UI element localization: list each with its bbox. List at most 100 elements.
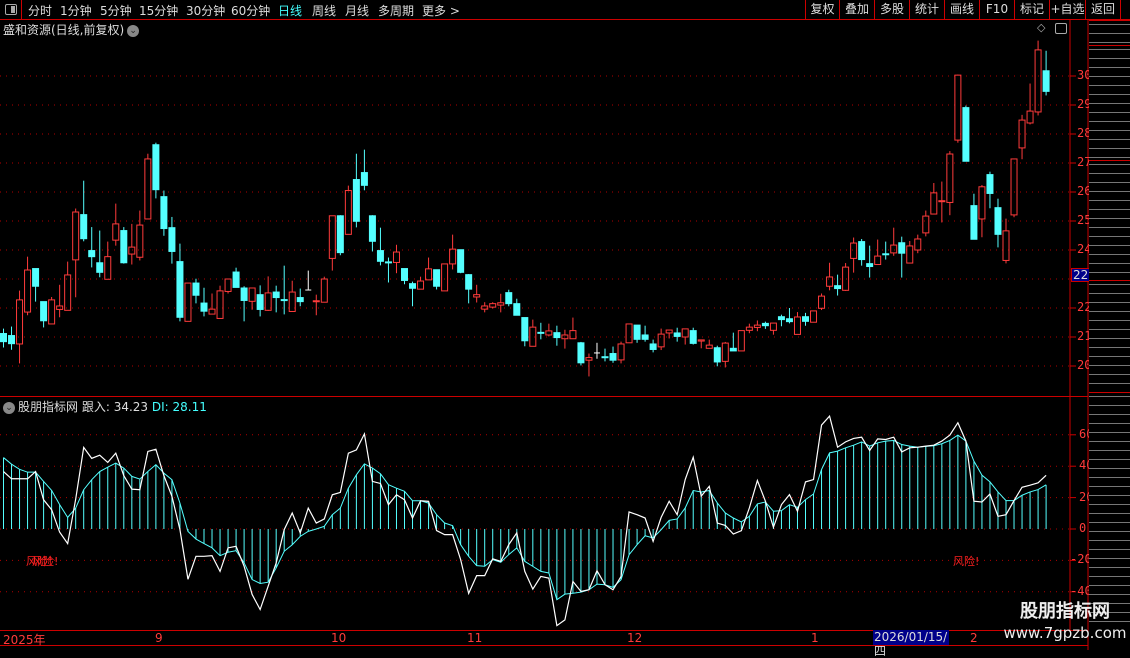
candle-up bbox=[288, 291, 296, 312]
di-value: DI: 28.11 bbox=[151, 400, 207, 414]
candle-up bbox=[705, 344, 713, 349]
date-label-oct: 10 bbox=[331, 631, 347, 645]
candle-down bbox=[200, 302, 208, 312]
candle-down bbox=[336, 215, 344, 254]
candle-down bbox=[986, 174, 994, 194]
cursor-date: 2026/01/15/四 bbox=[873, 630, 949, 658]
candle-up bbox=[1018, 119, 1026, 149]
candle-down bbox=[1042, 70, 1050, 92]
candle-up bbox=[938, 200, 946, 203]
candle-down bbox=[802, 316, 809, 322]
candle-up bbox=[665, 329, 673, 334]
candle-down bbox=[898, 242, 906, 254]
candle-down bbox=[160, 196, 168, 230]
candle-up bbox=[441, 263, 449, 292]
candle-down bbox=[296, 297, 304, 303]
watermark: 股朋指标网 www.7gpzb.com bbox=[1000, 600, 1130, 650]
candle-down bbox=[457, 249, 465, 273]
candle-down bbox=[192, 282, 200, 296]
candle-down bbox=[360, 172, 368, 186]
candle-down bbox=[368, 215, 376, 242]
candle-down bbox=[970, 205, 978, 240]
right-info-strip bbox=[1089, 20, 1130, 630]
candle-up bbox=[425, 268, 433, 281]
candle-down bbox=[280, 299, 288, 302]
candle-down bbox=[729, 347, 737, 352]
candle-up bbox=[657, 333, 665, 348]
candle-down bbox=[858, 241, 866, 261]
date-label-nov: 11 bbox=[467, 631, 483, 645]
candle-up bbox=[545, 330, 553, 336]
candle-up bbox=[826, 276, 834, 287]
follow-line bbox=[3, 414, 1047, 627]
candle-down bbox=[0, 333, 7, 343]
candle-up bbox=[136, 224, 144, 258]
candle-down bbox=[96, 262, 104, 273]
info-cell bbox=[1089, 20, 1130, 45]
candle-down bbox=[8, 335, 16, 345]
candle-up bbox=[946, 153, 954, 203]
candle-down bbox=[689, 330, 697, 344]
candle-up bbox=[914, 238, 922, 251]
candle-down bbox=[80, 214, 88, 240]
candle-up bbox=[793, 316, 801, 335]
follow-value: 跟入: 34.23 bbox=[81, 400, 149, 414]
chevron-down-icon[interactable]: ⌄ bbox=[3, 401, 15, 414]
candle-up bbox=[449, 248, 457, 265]
candle-up bbox=[721, 342, 729, 362]
info-cell bbox=[1089, 280, 1130, 392]
candle-down bbox=[376, 250, 384, 262]
date-label-2025: 2025年 bbox=[3, 633, 46, 647]
candle-down bbox=[168, 227, 176, 252]
candle-up bbox=[56, 305, 64, 310]
candle-down bbox=[834, 285, 842, 290]
candle-down bbox=[240, 287, 248, 301]
candle-up bbox=[585, 357, 593, 361]
candle-up bbox=[890, 244, 898, 254]
candle-down bbox=[401, 268, 408, 281]
candle-down bbox=[882, 253, 890, 256]
candle-up bbox=[745, 326, 753, 331]
candle-up bbox=[906, 245, 914, 264]
candle-down bbox=[465, 274, 473, 290]
candle-up bbox=[144, 158, 152, 220]
candle-down bbox=[521, 317, 529, 342]
candle-up bbox=[497, 302, 505, 306]
candle-down bbox=[256, 294, 264, 310]
candle-up bbox=[954, 74, 962, 141]
candle-down bbox=[232, 271, 240, 288]
candle-up bbox=[489, 303, 497, 308]
candle-down bbox=[609, 353, 617, 361]
candle-up bbox=[842, 266, 850, 291]
candle-up bbox=[417, 280, 425, 290]
di-line bbox=[3, 434, 1047, 601]
candle-up bbox=[48, 299, 56, 325]
candle-up bbox=[569, 330, 577, 340]
candle-down bbox=[505, 292, 513, 305]
candle-down bbox=[384, 261, 392, 264]
info-cell bbox=[1089, 392, 1130, 630]
info-cell bbox=[1089, 45, 1130, 160]
candle-up bbox=[473, 294, 481, 298]
candle-down bbox=[409, 283, 417, 289]
candle-up bbox=[128, 246, 136, 255]
candle-up bbox=[697, 339, 705, 342]
candle-up bbox=[248, 287, 256, 302]
candle-down bbox=[866, 263, 874, 268]
date-label-feb: 2 bbox=[970, 631, 978, 645]
candle-up bbox=[753, 324, 761, 328]
indicator-name: 股朋指标网 bbox=[18, 400, 79, 414]
candle-down bbox=[713, 347, 721, 363]
candle-up bbox=[208, 308, 216, 315]
candle-up bbox=[320, 278, 328, 303]
candle-up bbox=[874, 255, 882, 265]
candle-down bbox=[152, 144, 160, 191]
candle-down bbox=[537, 331, 545, 334]
risk-label: 风险! bbox=[953, 555, 980, 568]
candle-up bbox=[1002, 230, 1010, 261]
candle-up bbox=[1010, 158, 1018, 216]
indicator-title: ⌄ 股朋指标网 跟入: 34.23 DI: 28.11 bbox=[3, 398, 207, 415]
candle-down bbox=[601, 356, 609, 359]
candle-down bbox=[649, 343, 657, 350]
candle-up bbox=[312, 300, 320, 303]
